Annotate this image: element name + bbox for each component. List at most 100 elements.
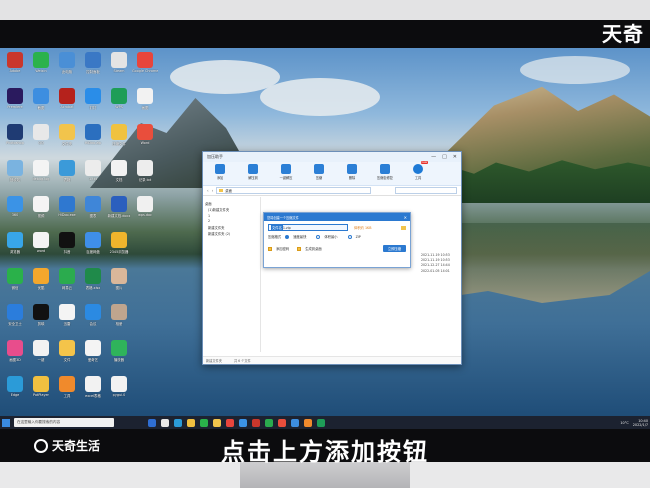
desktop-icon[interactable] [132, 340, 158, 357]
desktop-icon[interactable]: Edge [2, 376, 28, 397]
desktop-icon[interactable]: 文档 [106, 160, 132, 182]
maximize-button[interactable]: □ [442, 154, 447, 160]
desktop-icon[interactable]: HiDoo.zip [80, 124, 106, 145]
taskbar-app-icon[interactable] [226, 418, 234, 427]
desktop-icon[interactable]: 1.txt [80, 160, 106, 181]
clock[interactable]: 10:40 2022/1/7 [633, 419, 648, 427]
desktop-icon[interactable]: 百度网盘 [80, 232, 106, 254]
archive-app-window[interactable]: 加压助手 — □ ✕ 添加 解压到 一键解压 压缩 删除 压缩包修复 new 工… [202, 151, 462, 365]
desktop-icon[interactable]: 优酷 [28, 268, 54, 290]
desktop-icon[interactable]: 截图 [28, 88, 54, 110]
tree-node[interactable]: 桌面 [205, 201, 258, 206]
desktop-icon[interactable]: 一键 [28, 340, 54, 362]
desktop-icon[interactable]: 画图 [132, 88, 158, 110]
desktop-icon[interactable]: 360 [2, 196, 28, 217]
desktop-icon[interactable]: Google Chrome [132, 52, 158, 73]
desktop-icon[interactable]: 回收站 [2, 160, 28, 182]
desktop-icon[interactable]: 表格.xlsx [80, 268, 106, 290]
desktop-icon[interactable]: 图表 [80, 196, 106, 218]
desktop-icon[interactable]: word [28, 232, 54, 253]
taskbar-app-icon[interactable] [161, 418, 169, 427]
desktop-icon[interactable]: 文件 [54, 340, 80, 362]
desktop-icon[interactable]: Acrobat [54, 88, 80, 109]
desktop-icon[interactable]: Adobe [2, 52, 28, 73]
desktop-icon[interactable]: 压缩文件 [106, 124, 132, 146]
desktop-icon[interactable]: 钉钉 [80, 88, 106, 110]
toolbar-compress-button[interactable]: 压缩 [310, 164, 328, 180]
desktop-icon[interactable] [132, 232, 158, 249]
tree-node[interactable]: (1)新建文件夹 [205, 207, 258, 212]
desktop-icon[interactable]: PotPlayer [28, 376, 54, 397]
desktop-icon[interactable]: 微信 [2, 268, 28, 290]
taskbar-app-icon[interactable] [187, 418, 195, 427]
desktop-icon[interactable]: 抖音 [54, 232, 80, 254]
toolbar-tools-button[interactable]: new 工具 [409, 161, 428, 180]
dialog-close-icon[interactable]: ✕ [404, 215, 407, 220]
back-icon[interactable]: ‹ [207, 188, 209, 193]
desktop-icon[interactable]: Photoshop [2, 124, 28, 145]
toolbar-add-button[interactable]: 添加 [211, 164, 229, 180]
desktop-icon[interactable]: 画图3D [2, 340, 28, 362]
desktop-icon[interactable]: Weixin [28, 52, 54, 73]
toolbar-one-click-extract-button[interactable]: 一键解压 [277, 164, 295, 180]
desktop-icon[interactable]: 文件夹 [54, 124, 80, 146]
compress-now-button[interactable]: 立即压缩 [382, 245, 406, 252]
tree-node[interactable]: 2 [205, 219, 258, 223]
taskbar-app-icon[interactable] [265, 418, 273, 427]
desktop-icon[interactable]: excel表格 [80, 376, 106, 398]
tree-node[interactable]: 新建文件夹 (2) [205, 231, 258, 236]
desktop-icon[interactable]: 表格 [54, 160, 80, 182]
desktop-icon[interactable]: 浏览器 [2, 232, 28, 254]
desktop-icon[interactable]: 图片 [106, 268, 132, 290]
taskbar-app-icon[interactable] [148, 418, 156, 427]
desktop-icon[interactable]: 网易云 [54, 268, 80, 290]
desktop-icon[interactable] [132, 304, 158, 321]
desktop-icon[interactable]: 工具 [54, 376, 80, 398]
desktop-icon[interactable]: wps.doc [132, 196, 158, 217]
zip-radio[interactable] [347, 234, 352, 239]
desktop-icon[interactable]: 视频 [28, 196, 54, 218]
path-input[interactable]: 桌面 [216, 187, 372, 194]
fast-radio[interactable] [285, 234, 290, 239]
filename-input[interactable]: 文件名 1.zip [268, 224, 348, 231]
desktop-icon[interactable]: 爱奇艺 [80, 340, 106, 362]
desktop-icon[interactable]: 会议 [80, 304, 106, 326]
gen-desktop-checkbox[interactable] [297, 246, 302, 251]
taskbar-app-icon[interactable] [213, 418, 221, 427]
desktop-icon[interactable]: Word [132, 124, 158, 145]
desktop-icon[interactable]: 控制面板 [80, 52, 106, 74]
add-password-checkbox[interactable] [268, 246, 272, 251]
desktop-icon[interactable]: debug.log [28, 160, 54, 181]
taskbar-search-input[interactable]: 在这里输入你要搜索的内容 [14, 418, 114, 427]
minimize-button[interactable]: — [431, 154, 436, 160]
desktop-icon[interactable]: WPS [106, 88, 132, 109]
taskbar-app-icon[interactable] [304, 418, 312, 427]
browse-folder-icon[interactable] [401, 225, 406, 230]
small-radio[interactable] [316, 234, 321, 239]
desktop-icon[interactable]: 新建文档.docx [106, 196, 132, 218]
taskbar-app-icon[interactable] [317, 418, 325, 427]
desktop-icon[interactable]: 剪映 [28, 304, 54, 326]
desktop-icon[interactable]: 迅雷 [54, 304, 80, 326]
desktop-icon[interactable]: 播放器 [106, 340, 132, 362]
toolbar-repair-button[interactable]: 压缩包修复 [376, 164, 394, 180]
desktop-icon[interactable] [132, 376, 158, 393]
start-icon[interactable] [2, 418, 10, 427]
taskbar-app-icon[interactable] [200, 418, 208, 427]
desktop-icon[interactable]: 此电脑 [54, 52, 80, 74]
taskbar-app-icon[interactable] [239, 418, 247, 427]
tree-node[interactable]: 1 [205, 214, 258, 218]
desktop-icon[interactable]: HiDoo.exe [54, 196, 80, 217]
search-input[interactable] [395, 187, 457, 194]
desktop-icon[interactable]: pygui.0 [106, 376, 132, 397]
forward-icon[interactable]: › [212, 188, 214, 193]
toolbar-delete-button[interactable]: 删除 [343, 164, 361, 180]
weather-text[interactable]: 10°C [620, 421, 628, 425]
taskbar-app-icon[interactable] [291, 418, 299, 427]
tree-node[interactable]: 新建文件夹 [205, 225, 258, 230]
desktop-icon[interactable] [132, 268, 158, 285]
desktop-icon[interactable]: 2345浏览器 [106, 232, 132, 254]
desktop-icon[interactable]: QQ [28, 124, 54, 145]
toolbar-extract-button[interactable]: 解压到 [244, 164, 262, 180]
desktop-icon[interactable]: 记录.txt [132, 160, 158, 182]
